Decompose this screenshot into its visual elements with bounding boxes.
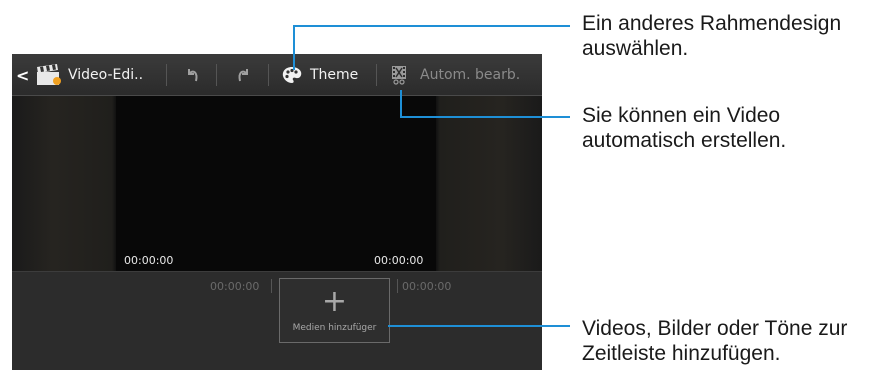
theme-callout-line xyxy=(293,25,570,27)
media-callout-line-2: Zeitleiste hinzufügen. xyxy=(582,342,781,365)
clapperboard-icon xyxy=(36,54,62,96)
auto-callout: Sie können ein Video automatisch erstell… xyxy=(582,103,786,153)
timeline-marker xyxy=(271,279,272,293)
divider xyxy=(166,64,167,86)
auto-callout-line-2: automatisch erstellen. xyxy=(582,129,787,152)
timeline-end-time: 00:00:00 xyxy=(402,280,452,293)
app-title[interactable]: Video-Edi.. xyxy=(68,54,143,96)
divider xyxy=(216,64,217,86)
preview-start-time: 00:00:00 xyxy=(124,254,174,267)
timeline: 00:00:00 00:00:00 + Medien hinzufüger xyxy=(12,271,542,370)
add-media-label: Medien hinzufüger xyxy=(292,323,377,333)
plus-icon: + xyxy=(321,284,348,319)
redo-button[interactable] xyxy=(232,54,254,96)
auto-callout-line xyxy=(400,116,570,118)
back-button[interactable]: < xyxy=(16,54,30,96)
theme-callout: Ein anderes Rahmendesign auswählen. xyxy=(582,11,841,61)
divider xyxy=(376,64,377,86)
preview-end-time: 00:00:00 xyxy=(374,254,424,267)
add-media-button[interactable]: + Medien hinzufüger xyxy=(279,278,390,343)
action-bar: < Video-Edi.. Theme Autom. bearb. xyxy=(12,54,542,96)
timeline-start-time: 00:00:00 xyxy=(210,280,260,293)
phone-screen: < Video-Edi.. Theme Autom. bearb. 00:00:… xyxy=(12,54,542,370)
auto-edit-label: Autom. bearb. xyxy=(420,67,521,83)
theme-callout-line-2: auswählen. xyxy=(582,37,689,60)
auto-callout-line-1: Sie können ein Video xyxy=(582,104,781,127)
film-auto-icon xyxy=(392,66,406,85)
theme-callout-line-1: Ein anderes Rahmendesign xyxy=(582,12,842,35)
chevron-left-icon: < xyxy=(16,65,30,85)
media-callout-line xyxy=(388,325,570,327)
video-preview: 00:00:00 00:00:00 xyxy=(12,96,542,271)
redo-icon xyxy=(238,69,248,82)
auto-callout-line xyxy=(400,90,402,118)
theme-label: Theme xyxy=(310,67,359,83)
preview-screen[interactable] xyxy=(116,96,436,271)
palette-icon xyxy=(282,67,302,83)
timeline-marker xyxy=(397,279,398,293)
auto-edit-button[interactable]: Autom. bearb. xyxy=(390,54,520,96)
theme-callout-line xyxy=(293,25,295,70)
undo-button[interactable] xyxy=(182,54,204,96)
divider xyxy=(268,64,269,86)
media-callout: Videos, Bilder oder Töne zur Zeitleiste … xyxy=(582,316,847,366)
media-callout-line-1: Videos, Bilder oder Töne zur xyxy=(582,317,848,340)
undo-icon xyxy=(188,69,198,82)
